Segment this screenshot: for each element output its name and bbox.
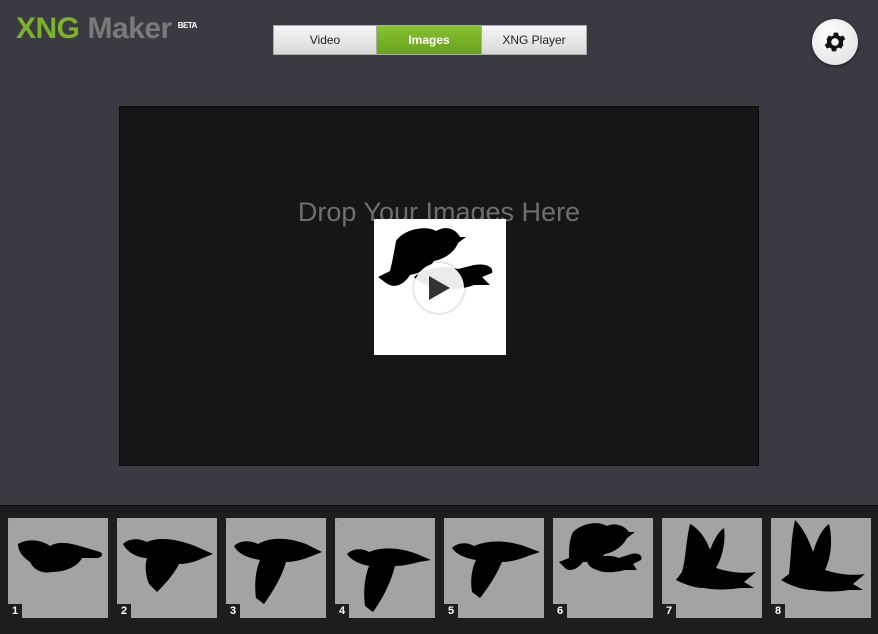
play-button[interactable]: [414, 263, 464, 313]
image-drop-zone[interactable]: Drop Your Images Here: [119, 106, 759, 466]
thumbnail-frame[interactable]: ▫ 1: [8, 518, 108, 618]
frame-number: 7: [662, 604, 676, 618]
frame-number: 5: [444, 604, 458, 618]
bird-frame-image: [123, 539, 213, 592]
settings-button[interactable]: [812, 19, 858, 65]
logo-maker: Maker: [87, 12, 173, 45]
frame-number: 2: [117, 604, 131, 618]
bird-frame-image: [676, 524, 756, 590]
logo-xng: XNG: [16, 12, 80, 45]
bird-frame-image: [234, 538, 322, 604]
app-logo: XNG Maker BETA: [16, 12, 197, 46]
thumbnail-frame[interactable]: ▫ 6: [553, 518, 653, 618]
tab-images[interactable]: Images: [377, 25, 482, 55]
beta-badge: BETA: [177, 21, 198, 30]
bird-frame-image: [559, 523, 642, 573]
thumbnail-frame[interactable]: ▫ 5: [444, 518, 544, 618]
frame-number: 3: [226, 604, 240, 618]
frame-number: 8: [771, 604, 785, 618]
frame-number: 6: [553, 604, 567, 618]
frame-number: 4: [335, 604, 349, 618]
thumbnail-strip: ▫ 1 ▫ 2 ▫ 3 ▫ 4 ▫ 5 ▫ 6 ▫ 7 ▫ 8: [0, 505, 878, 634]
thumbnail-frame[interactable]: ▫ 2: [117, 518, 217, 618]
frame-number: 1: [8, 604, 22, 618]
bird-frame-image: [781, 520, 865, 592]
mode-tabs: Video Images XNG Player: [273, 25, 587, 55]
bird-frame-image: [347, 548, 431, 612]
tab-video[interactable]: Video: [273, 25, 377, 55]
animation-preview: [374, 219, 506, 355]
thumbnail-frame[interactable]: ▫ 4: [335, 518, 435, 618]
bird-frame-image: [452, 541, 540, 598]
thumbnail-frame[interactable]: ▫ 3: [226, 518, 326, 618]
play-icon: [429, 276, 450, 300]
thumbnail-frame[interactable]: ▫ 8: [771, 518, 871, 618]
tab-xng-player[interactable]: XNG Player: [482, 25, 587, 55]
thumbnail-frame[interactable]: ▫ 7: [662, 518, 762, 618]
bird-frame-image: [18, 540, 103, 573]
gear-icon: [824, 32, 846, 52]
